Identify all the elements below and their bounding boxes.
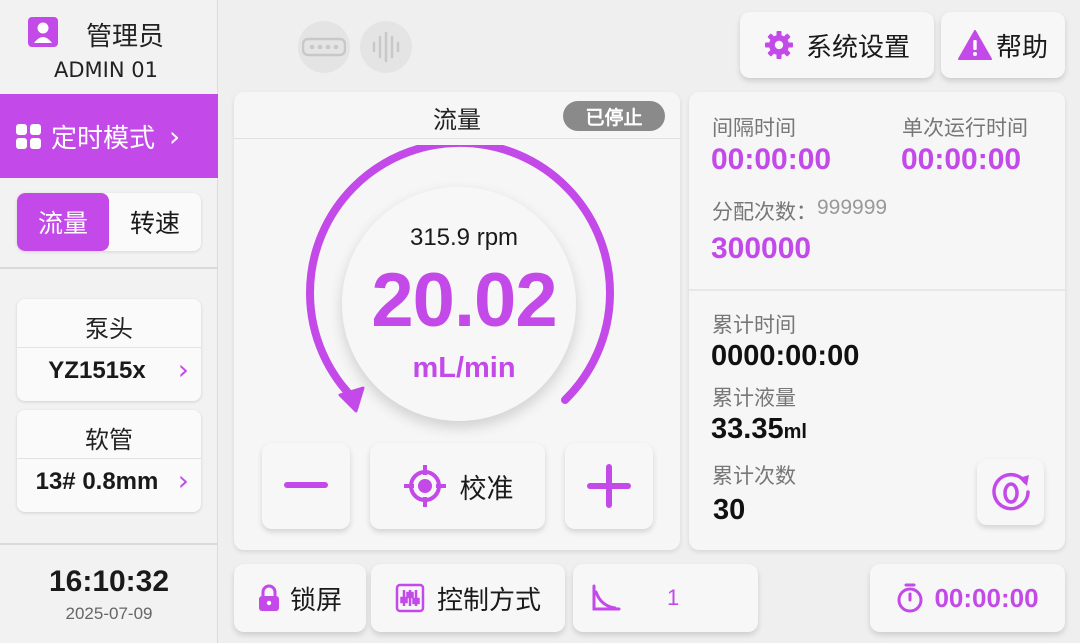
chevron-right-icon: › [177, 464, 189, 497]
mode-label: 定时模式 [51, 123, 156, 154]
pump-head-selector[interactable]: 泵头 YZ1515x › [17, 299, 201, 401]
flow-speed-toggle: 流量 转速 [17, 193, 201, 251]
dispense-count-label: 分配次数： [712, 200, 817, 224]
calibrate-button[interactable]: 校准 [370, 443, 545, 529]
tubing-selector[interactable]: 软管 13# 0.8mm › [17, 410, 201, 512]
user-name: ADMIN 01 [54, 58, 158, 82]
sidebar-divider [0, 267, 218, 269]
plus-icon [587, 464, 631, 508]
grid-icon [16, 123, 41, 149]
pump-head-title: 泵头 [85, 315, 133, 343]
ramp-curve-icon [591, 584, 621, 612]
chevron-right-icon: › [177, 353, 189, 386]
settings-label: 系统设置 [805, 32, 910, 63]
control-method-button[interactable]: 控制方式 [371, 564, 565, 632]
sliders-icon [395, 583, 425, 613]
sidebar-divider [0, 543, 218, 545]
stopwatch-icon [896, 583, 924, 613]
lock-icon [258, 584, 280, 612]
sound-wave-icon [360, 21, 412, 73]
sidebar: 管理员 ADMIN 01 定时模式 › 流量 转速 泵头 YZ1515x › 软… [0, 0, 218, 643]
mode-button[interactable]: 定时模式 › [0, 94, 218, 178]
cumulative-time-value: 0000:00:00 [711, 340, 860, 372]
increase-button[interactable] [565, 443, 653, 529]
connection-icon [298, 21, 350, 73]
clock-date: 2025-07-09 [65, 604, 153, 623]
help-button[interactable]: 帮助 [941, 12, 1065, 78]
dispense-count-value[interactable]: 300000 [711, 232, 811, 266]
calibrate-label: 校准 [459, 473, 514, 505]
tubing-title: 软管 [85, 426, 133, 454]
warning-icon [957, 30, 992, 60]
rpm-readout: 315.9 rpm [409, 224, 519, 251]
help-label: 帮助 [995, 32, 1048, 63]
toggle-speed[interactable]: 转速 [109, 193, 201, 251]
dispense-count-max: 999999 [817, 196, 888, 219]
clock-time: 16:10:32 [48, 565, 170, 598]
user-role: 管理员 [86, 22, 165, 52]
user-icon [28, 17, 58, 47]
status-badge: 已停止 [563, 101, 665, 131]
cumulative-volume-unit: ml [783, 421, 807, 443]
single-run-time-value[interactable]: 00:00:00 [901, 143, 1021, 177]
crosshair-icon [402, 463, 448, 509]
cumulative-volume-value: 33.35 [711, 413, 784, 445]
tubing-value: 13# 0.8mm [35, 468, 159, 495]
control-method-label: 控制方式 [436, 585, 541, 616]
lock-screen-button[interactable]: 锁屏 [234, 564, 366, 632]
minus-icon [284, 482, 328, 490]
single-run-time-label: 单次运行时间 [902, 116, 1028, 140]
flow-unit: mL/min [412, 352, 516, 384]
decrease-button[interactable] [262, 443, 350, 529]
lock-label: 锁屏 [289, 585, 342, 616]
ramp-value: 1 [667, 585, 680, 610]
timer-value: 00:00:00 [934, 582, 1039, 613]
gear-icon [764, 30, 794, 60]
cumulative-volume-row: 33.35ml [711, 413, 807, 446]
reset-counter-button[interactable] [977, 459, 1044, 525]
timer-button[interactable]: 00:00:00 [870, 564, 1065, 632]
reset-zero-icon [988, 469, 1034, 515]
chevron-right-icon: › [169, 119, 181, 153]
flow-value: 20.02 [371, 258, 557, 343]
cumulative-time-label: 累计时间 [712, 313, 796, 337]
cumulative-volume-label: 累计液量 [712, 386, 796, 410]
system-settings-button[interactable]: 系统设置 [740, 12, 934, 78]
ramp-setting-button[interactable]: 1 [573, 564, 758, 632]
dispense-count-row: 分配次数： 999999 [712, 196, 887, 226]
cumulative-count-label: 累计次数 [712, 464, 796, 488]
cumulative-count-value: 30 [713, 494, 746, 526]
toggle-flow[interactable]: 流量 [17, 193, 109, 251]
interval-time-label: 间隔时间 [712, 116, 796, 140]
pump-head-value: YZ1515x [48, 357, 146, 384]
interval-time-value[interactable]: 00:00:00 [711, 143, 831, 177]
